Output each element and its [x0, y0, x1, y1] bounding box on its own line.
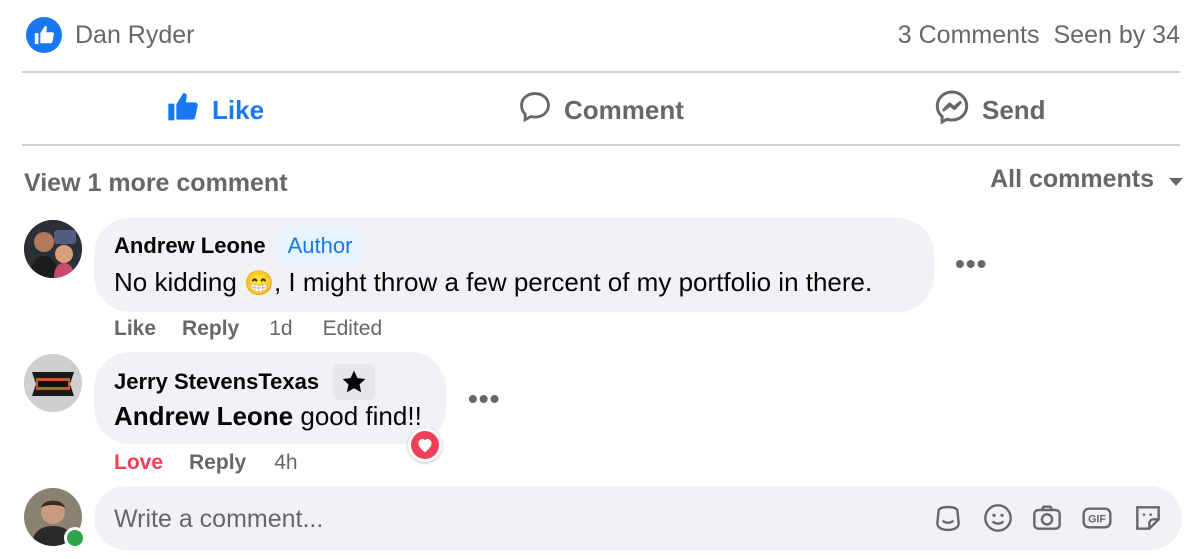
like-reaction-badge-icon[interactable]	[26, 17, 62, 53]
divider	[22, 71, 1180, 73]
emoji-icon[interactable]	[982, 502, 1014, 534]
divider	[22, 144, 1180, 146]
comment-text-part: No kidding	[114, 267, 245, 297]
comment-time[interactable]: 1d	[269, 314, 292, 344]
comment-sort-dropdown[interactable]: All comments	[990, 162, 1184, 196]
like-button[interactable]: Like	[166, 88, 264, 132]
comment-love-link[interactable]: Love	[114, 448, 163, 478]
sticker-icon[interactable]	[1132, 502, 1164, 534]
comment-reply-link[interactable]: Reply	[182, 314, 239, 344]
comment-reply-link[interactable]: Reply	[189, 448, 246, 478]
caret-down-icon	[1168, 162, 1184, 196]
comment-like-link[interactable]: Like	[114, 314, 156, 344]
messenger-icon	[934, 89, 970, 132]
svg-text:GIF: GIF	[1088, 514, 1106, 526]
liker-name[interactable]: Dan Ryder	[75, 18, 195, 52]
author-badge: Author	[279, 228, 361, 264]
grin-emoji-icon: 😁	[244, 270, 274, 297]
comment-text-part: , I might throw a few percent of my port…	[273, 267, 873, 297]
avatar[interactable]	[24, 354, 82, 412]
top-fan-star-icon	[333, 364, 376, 400]
sort-label: All comments	[990, 165, 1154, 193]
comment-text: Andrew Leone good find!!	[114, 398, 422, 434]
comment-author-name[interactable]: Andrew Leone	[114, 231, 266, 261]
comment-text: No kidding 😁, I might throw a few percen…	[114, 264, 872, 302]
comment-button[interactable]: Comment	[518, 88, 684, 132]
more-options-icon[interactable]: •••	[468, 385, 500, 413]
seen-by-count[interactable]: Seen by 34	[1054, 18, 1181, 52]
comment-actions: Like Reply 1d Edited	[114, 314, 382, 344]
edited-label[interactable]: Edited	[323, 314, 383, 344]
love-reaction-icon[interactable]	[408, 428, 442, 462]
online-status-indicator	[64, 527, 86, 549]
view-more-comments-link[interactable]: View 1 more comment	[24, 166, 288, 200]
comment-actions: Love Reply 4h	[114, 448, 298, 478]
comment-label: Comment	[564, 94, 684, 125]
like-label: Like	[212, 94, 265, 125]
thumbs-up-icon	[166, 91, 200, 130]
mention-link[interactable]: Andrew Leone	[114, 401, 293, 431]
send-button[interactable]: Send	[934, 88, 1046, 132]
comment-time[interactable]: 4h	[274, 448, 297, 478]
comment-input-placeholder: Write a comment...	[114, 505, 324, 533]
comment-author-name[interactable]: Jerry StevensTexas	[114, 367, 319, 397]
post-stats: 3 Comments Seen by 34	[898, 18, 1180, 52]
avatar-sticker-icon[interactable]	[932, 502, 964, 534]
camera-icon[interactable]	[1031, 502, 1063, 534]
comment-icon	[518, 90, 552, 131]
avatar[interactable]	[24, 220, 82, 278]
comment-header: Andrew Leone Author	[114, 228, 361, 264]
more-options-icon[interactable]: •••	[955, 250, 987, 278]
comment-header: Jerry StevensTexas	[114, 364, 376, 400]
comments-count[interactable]: 3 Comments	[898, 18, 1040, 52]
gif-icon[interactable]: GIF	[1081, 502, 1113, 534]
send-label: Send	[982, 94, 1046, 125]
comment-text-part: good find!!	[293, 401, 422, 431]
